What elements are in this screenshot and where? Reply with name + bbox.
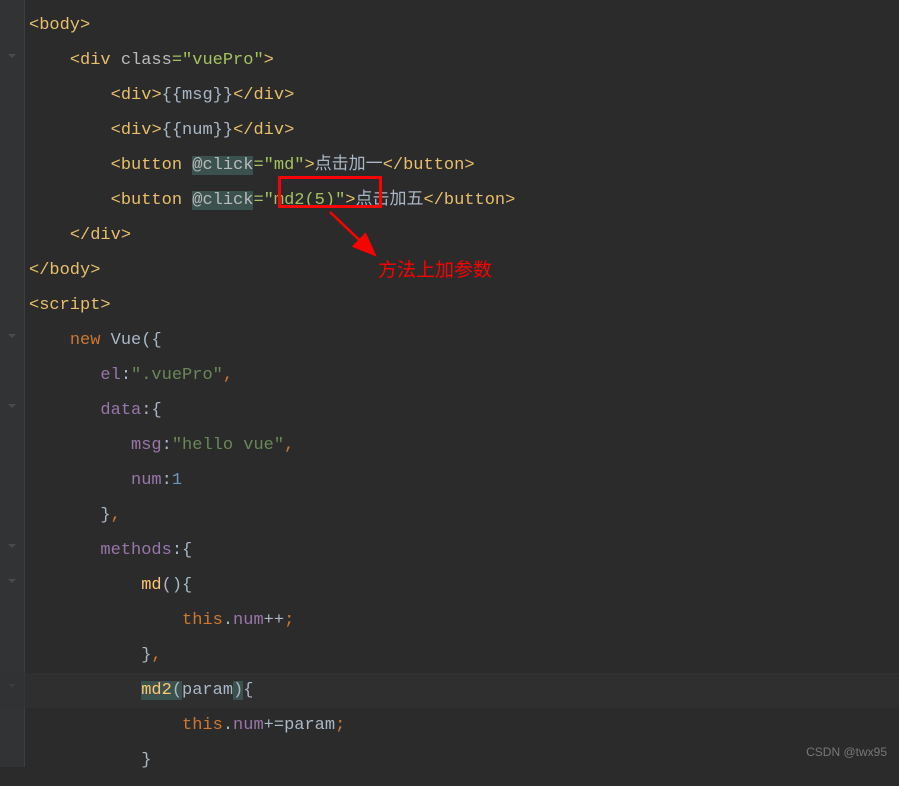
code-line[interactable]: <button @click="md2(5)">点击加五</button>: [29, 183, 899, 218]
code-line[interactable]: <div>{{num}}</div>: [29, 113, 899, 148]
fold-icon: [4, 48, 20, 64]
fold-icon: [4, 573, 20, 589]
code-line[interactable]: data:{: [29, 393, 899, 428]
code-line[interactable]: md2(param){: [29, 673, 899, 708]
code-line[interactable]: },: [29, 498, 899, 533]
code-line[interactable]: el:".vuePro",: [29, 358, 899, 393]
code-line[interactable]: }: [29, 743, 899, 778]
fold-icon: [4, 538, 20, 554]
code-line[interactable]: <button @click="md">点击加一</button>: [29, 148, 899, 183]
code-line[interactable]: <div>{{msg}}</div>: [29, 78, 899, 113]
fold-icon: [4, 328, 20, 344]
code-editor[interactable]: <body> <div class="vuePro"> <div>{{msg}}…: [0, 0, 899, 786]
code-line[interactable]: this.num+=param;: [29, 708, 899, 743]
fold-icon: [4, 398, 20, 414]
code-line[interactable]: num:1: [29, 463, 899, 498]
code-line[interactable]: md(){: [29, 568, 899, 603]
code-line[interactable]: methods:{: [29, 533, 899, 568]
code-line[interactable]: new Vue({: [29, 323, 899, 358]
tag: <body>: [29, 16, 90, 35]
code-line[interactable]: <div class="vuePro">: [29, 43, 899, 78]
code-line[interactable]: <script>: [29, 288, 899, 323]
annotation-text: 方法上加参数: [378, 255, 492, 282]
gutter: [0, 0, 25, 767]
code-line[interactable]: this.num++;: [29, 603, 899, 638]
code-line[interactable]: },: [29, 638, 899, 673]
code-line[interactable]: msg:"hello vue",: [29, 428, 899, 463]
code-content[interactable]: <body> <div class="vuePro"> <div>{{msg}}…: [25, 8, 899, 778]
watermark: CSDN @twx95: [806, 745, 887, 759]
code-line[interactable]: </div>: [29, 218, 899, 253]
code-line[interactable]: <body>: [29, 8, 899, 43]
